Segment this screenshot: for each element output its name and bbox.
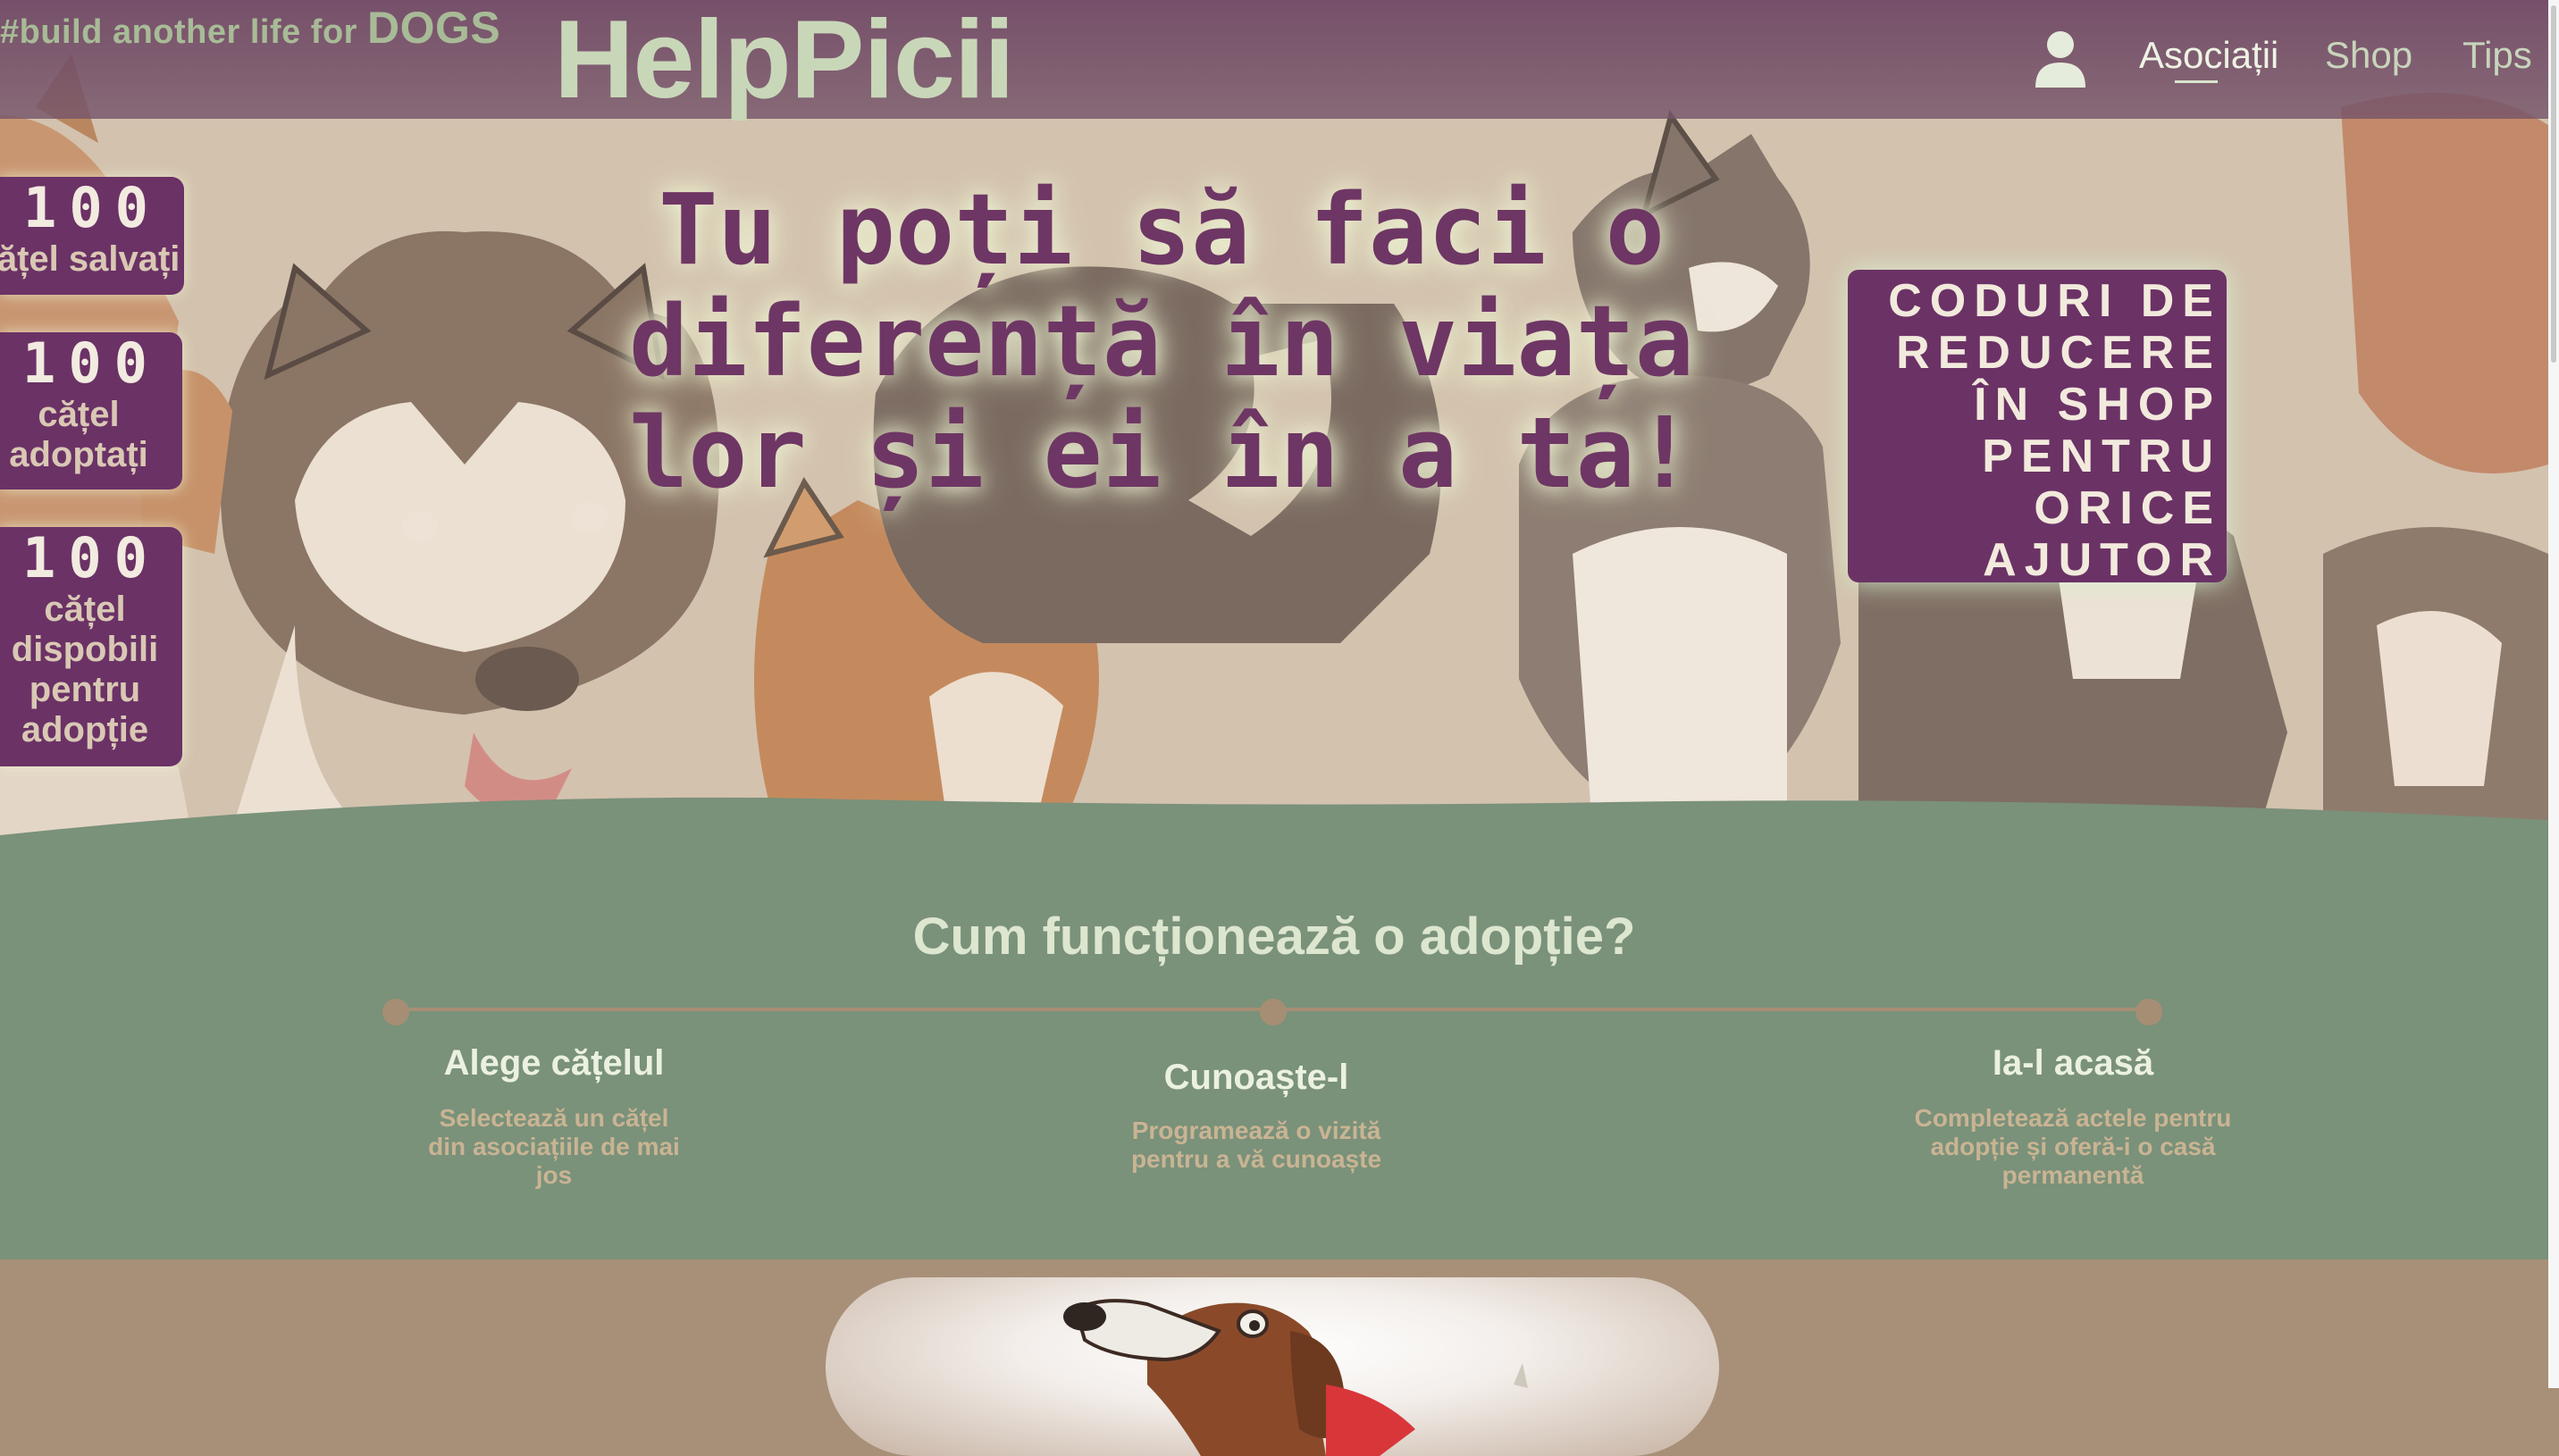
step-3-desc: Completează actele pentru adopție și ofe… (1914, 1104, 2232, 1189)
stat-saved-label: cățel salvați (0, 239, 180, 279)
stat-saved-number: 100 (23, 175, 161, 240)
step-2-title: Cunoaște-l (1163, 1058, 1349, 1097)
nav-tips[interactable]: Tips (2463, 34, 2532, 77)
stat-adopted: 100 cățel adoptați (0, 332, 182, 490)
stat-saved: 100 cățel salvați (0, 177, 184, 295)
step-2-desc: Programează o vizită pentru a vă cunoașt… (1130, 1117, 1382, 1173)
page-scrollbar[interactable] (2548, 0, 2559, 1388)
stat-available: 100 cățel dispobili pentru adopție (0, 527, 182, 766)
stat-adopted-label: cățel adoptați (9, 395, 148, 474)
timeline-dot (1260, 999, 1287, 1025)
promo-discount-codes[interactable]: CODURI DE REDUCERE ÎN SHOP PENTRU ORICE … (1848, 270, 2227, 586)
nav-asociatii[interactable]: Asociații (2139, 34, 2278, 77)
stat-adopted-number: 100 (22, 331, 160, 396)
timeline-dot (382, 999, 409, 1025)
stat-available-label: cățel dispobili pentru adopție (11, 590, 159, 749)
how-it-works-title: Cum funcționează o adopție? (912, 908, 1636, 966)
tagline: #build another life for DOGS (0, 2, 500, 54)
promo-text: CODURI DE REDUCERE ÎN SHOP PENTRU ORICE … (1888, 275, 2221, 586)
tagline-dogs: DOGS (367, 3, 501, 53)
timeline-dot (2135, 999, 2162, 1025)
beagle-illustration (1063, 1299, 1528, 1456)
tagline-prefix: #build another life for (0, 13, 357, 51)
step-1-desc: Selectează un cățel din asociațiile de m… (428, 1104, 680, 1189)
user-icon[interactable] (2034, 27, 2087, 89)
nav-active-underline (2175, 80, 2218, 83)
nav-shop[interactable]: Shop (2325, 34, 2412, 77)
scrollbar-thumb[interactable] (2551, 5, 2556, 363)
hero-headline: Tu poți să faci o diferență în viața lor… (628, 172, 1695, 510)
brand-logo[interactable]: HelpPicii (554, 2, 1015, 118)
associations-card[interactable] (826, 1277, 1719, 1456)
step-1-title: Alege cățelul (443, 1043, 665, 1083)
stat-available-number: 100 (22, 525, 160, 590)
step-3-title: Ia-l acasă (1992, 1043, 2154, 1083)
